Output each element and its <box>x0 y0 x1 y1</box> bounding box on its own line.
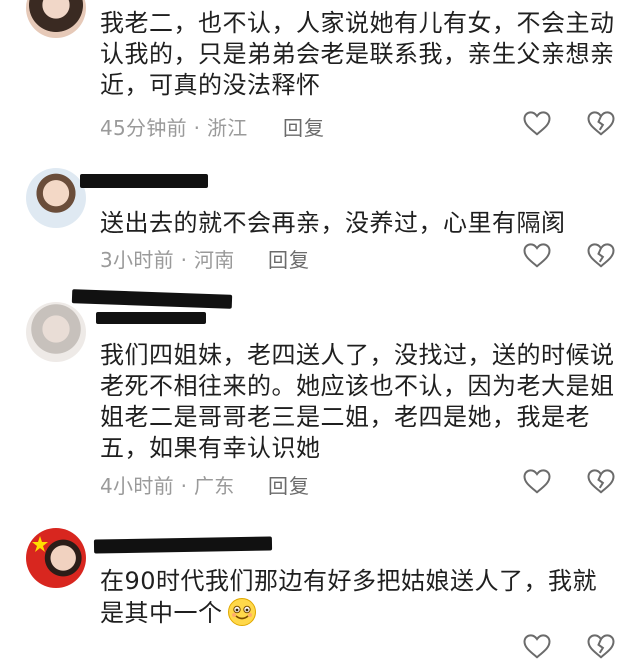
redacted-username <box>80 174 208 188</box>
comment-text: 我们四姐妹，老四送人了，没找过，送的时候说老死不相往来的。她应该也不认，因为老大… <box>100 341 615 462</box>
avatar[interactable] <box>26 302 86 362</box>
avatar[interactable] <box>26 168 86 228</box>
comment-meta: 4小时前 · 广东 <box>100 470 235 499</box>
broken-heart-icon[interactable] <box>586 109 616 137</box>
comment-time: 4小时前 <box>100 474 174 498</box>
avatar[interactable] <box>26 528 86 588</box>
heart-outline-icon[interactable] <box>522 632 552 660</box>
comment-location: 广东 <box>193 474 235 498</box>
broken-heart-icon[interactable] <box>586 467 616 495</box>
comment-time: 3小时前 <box>100 248 174 272</box>
smiling-face-emoji <box>227 597 257 627</box>
avatar[interactable] <box>26 0 86 38</box>
comment-meta: 45分钟前 · 浙江 <box>100 112 248 141</box>
heart-outline-icon[interactable] <box>522 109 552 137</box>
comment-text: 在90时代我们那边有好多把姑娘送人了，我就是其中一个 <box>100 566 620 629</box>
heart-outline-icon[interactable] <box>522 467 552 495</box>
reply-button[interactable]: 回复 <box>268 470 310 499</box>
redacted-username <box>71 289 233 309</box>
broken-heart-icon[interactable] <box>586 241 616 269</box>
comment-text: 送出去的就不会再亲，没养过，心里有隔阂 <box>100 209 566 237</box>
comment-location: 河南 <box>193 248 235 272</box>
meta-separator: · <box>180 474 188 498</box>
heart-outline-icon[interactable] <box>522 241 552 269</box>
star-icon <box>32 536 48 552</box>
meta-separator: · <box>180 248 188 272</box>
comment-location: 浙江 <box>206 116 248 140</box>
comment-time: 45分钟前 <box>100 116 187 140</box>
redacted-username <box>96 312 206 324</box>
comment-text: 我老二，也不认，人家说她有儿有女，不会主动认我的，只是弟弟会老是联系我，亲生父亲… <box>100 9 615 99</box>
comment-meta: 3小时前 · 河南 <box>100 244 235 273</box>
meta-separator: · <box>193 116 201 140</box>
redacted-username <box>93 536 273 554</box>
broken-heart-icon[interactable] <box>586 632 616 660</box>
comment-text-body: 在90时代我们那边有好多把姑娘送人了，我就是其中一个 <box>100 567 598 627</box>
reply-button[interactable]: 回复 <box>268 244 310 273</box>
reply-button[interactable]: 回复 <box>283 112 325 141</box>
